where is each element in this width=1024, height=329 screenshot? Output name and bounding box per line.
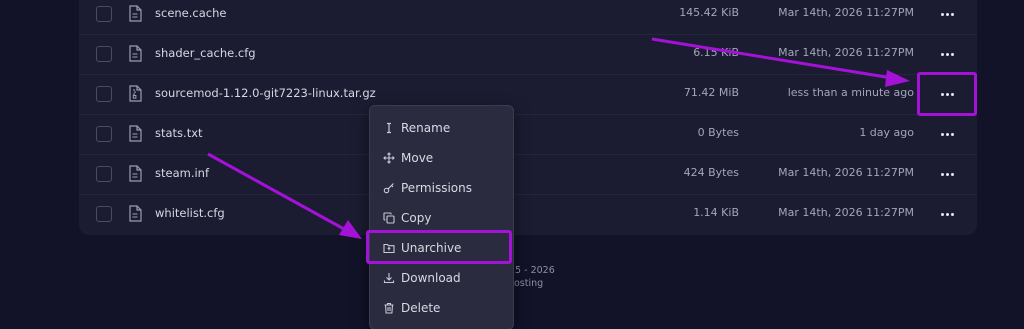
text-cursor-icon — [387, 122, 391, 134]
file-size: 0 Bytes — [697, 126, 739, 139]
file-modified: less than a minute ago — [787, 86, 914, 99]
menu-item-download[interactable]: Download — [370, 263, 513, 293]
copy-icon — [383, 212, 395, 224]
menu-item-rename[interactable]: Rename — [370, 113, 513, 143]
trash-icon — [384, 302, 394, 314]
file-modified: 1 day ago — [859, 126, 914, 139]
file-modified: Mar 14th, 2026 11:27PM — [778, 206, 914, 219]
menu-item-label: Download — [401, 271, 461, 285]
file-row[interactable]: sourcemod-1.12.0-git7223-linux.tar.gz 71… — [79, 74, 977, 115]
menu-item-label: Rename — [401, 121, 451, 135]
download-icon — [383, 273, 395, 284]
row-checkbox[interactable] — [96, 86, 112, 102]
file-size: 1.14 KiB — [693, 206, 739, 219]
archive-file-icon — [129, 85, 142, 102]
file-row[interactable]: steam.inf 424 Bytes Mar 14th, 2026 11:27… — [79, 154, 977, 195]
more-options-button[interactable] — [935, 204, 959, 224]
file-name[interactable]: stats.txt — [155, 126, 203, 140]
row-checkbox[interactable] — [96, 46, 112, 62]
row-checkbox[interactable] — [96, 206, 112, 222]
annotation-box-unarchive — [366, 230, 512, 264]
row-checkbox[interactable] — [96, 6, 112, 22]
file-modified: Mar 14th, 2026 11:27PM — [778, 166, 914, 179]
more-options-button[interactable] — [935, 124, 959, 144]
file-row[interactable]: stats.txt 0 Bytes 1 day ago — [79, 114, 977, 155]
file-row[interactable]: shader_cache.cfg 6.15 KiB Mar 14th, 2026… — [79, 34, 977, 75]
menu-item-copy[interactable]: Copy — [370, 203, 513, 233]
file-icon — [129, 125, 142, 142]
file-row[interactable]: whitelist.cfg 1.14 KiB Mar 14th, 2026 11… — [79, 194, 977, 234]
menu-item-permissions[interactable]: Permissions — [370, 173, 513, 203]
key-icon — [383, 183, 394, 194]
annotation-box-more-button — [917, 72, 977, 116]
file-icon — [129, 205, 142, 222]
file-size: 145.42 KiB — [679, 6, 739, 19]
menu-item-label: Delete — [401, 301, 441, 315]
file-row[interactable]: scene.cache 145.42 KiB Mar 14th, 2026 11… — [79, 0, 977, 35]
file-name[interactable]: whitelist.cfg — [155, 206, 225, 220]
file-context-menu: Rename Move Permissions Copy Unarchive D… — [369, 105, 514, 329]
more-options-button[interactable] — [935, 164, 959, 184]
menu-item-label: Move — [401, 151, 434, 165]
file-name[interactable]: steam.inf — [155, 166, 209, 180]
menu-item-label: Permissions — [401, 181, 472, 195]
file-size: 71.42 MiB — [683, 86, 739, 99]
menu-item-delete[interactable]: Delete — [370, 293, 513, 323]
file-icon — [129, 45, 142, 62]
file-modified: Mar 14th, 2026 11:27PM — [778, 46, 914, 59]
file-size: 6.15 KiB — [693, 46, 739, 59]
file-manager-page: scene.cache 145.42 KiB Mar 14th, 2026 11… — [0, 0, 1024, 329]
move-arrows-icon — [383, 152, 395, 164]
file-list-panel: scene.cache 145.42 KiB Mar 14th, 2026 11… — [79, 0, 977, 235]
file-name[interactable]: scene.cache — [155, 6, 226, 20]
more-options-button[interactable] — [935, 4, 959, 24]
file-icon — [129, 165, 142, 182]
file-modified: Mar 14th, 2026 11:27PM — [778, 6, 914, 19]
file-name[interactable]: shader_cache.cfg — [155, 46, 256, 60]
row-checkbox[interactable] — [96, 126, 112, 142]
file-size: 424 Bytes — [683, 166, 739, 179]
menu-item-move[interactable]: Move — [370, 143, 513, 173]
row-checkbox[interactable] — [96, 166, 112, 182]
menu-item-label: Copy — [401, 211, 432, 225]
more-options-button[interactable] — [935, 44, 959, 64]
file-icon — [129, 5, 142, 22]
file-name[interactable]: sourcemod-1.12.0-git7223-linux.tar.gz — [155, 86, 376, 100]
